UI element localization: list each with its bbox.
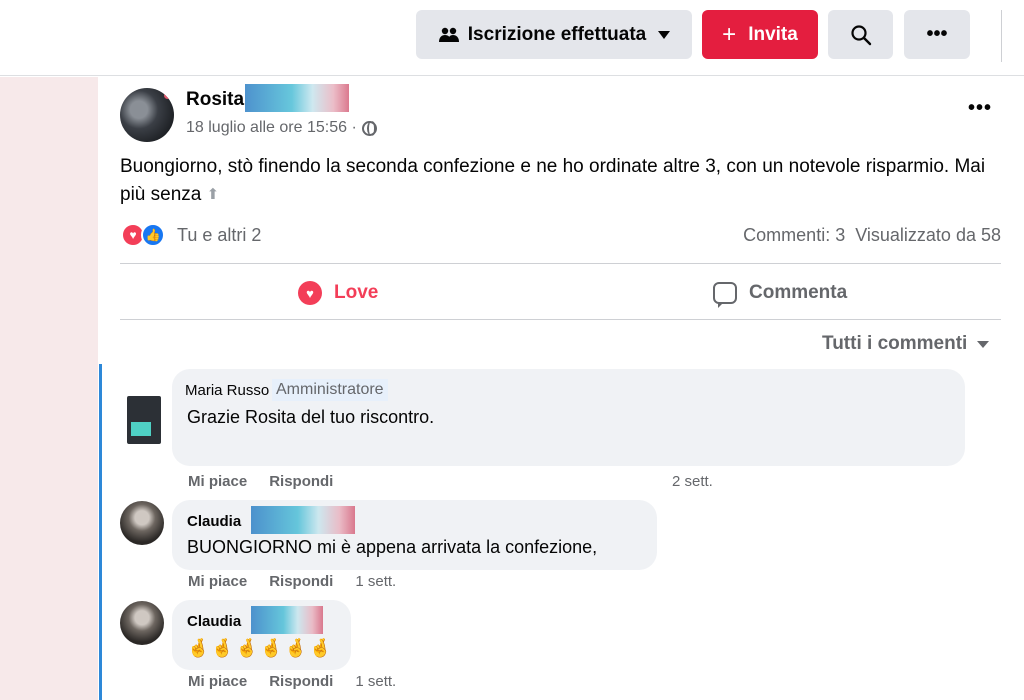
love-label: Love (334, 282, 379, 303)
comment-bubble (172, 500, 657, 570)
post-author[interactable]: Rosita (186, 89, 244, 111)
comment-icon (713, 282, 737, 308)
post-body: Buongiorno, stò finendo la seconda confe… (120, 153, 1000, 209)
invite-label: Invita (748, 23, 798, 45)
comment-actions: Mi piace Rispondi 1 sett. (188, 673, 396, 690)
comment-author[interactable]: Claudia (187, 613, 241, 630)
people-icon (438, 27, 459, 42)
reply-button[interactable]: Rispondi (269, 673, 333, 690)
search-button[interactable] (828, 10, 893, 59)
comment-emoji: 🤞🤞🤞🤞🤞🤞 (187, 638, 334, 658)
chevron-down-icon (658, 30, 671, 39)
post-counts: Commenti: 3 Visualizzato da 58 (743, 225, 1001, 246)
comment-author[interactable]: Maria Russo (185, 382, 269, 399)
like-comment-button[interactable]: Mi piace (188, 673, 247, 690)
redacted-name (251, 506, 355, 534)
comment-button[interactable]: Commenta (713, 275, 847, 311)
comment-actions: Mi piace Rispondi 1 sett. (188, 573, 396, 590)
reactions-text: Tu e altri 2 (177, 224, 262, 245)
more-icon: ••• (926, 23, 948, 45)
left-background (0, 77, 98, 700)
views-count: Visualizzato da 58 (855, 225, 1001, 245)
comment-time-wrap: 2 sett. (672, 473, 713, 490)
redacted-name (251, 606, 323, 634)
top-arrow-icon: ⬆ (206, 186, 220, 203)
joined-button[interactable]: Iscrizione effettuata (416, 10, 692, 59)
comment-actions: Mi piace Rispondi (188, 473, 333, 490)
avatar[interactable] (120, 501, 164, 545)
like-reaction-icon: 👍 (141, 223, 165, 247)
reactions-summary[interactable]: ♥ 👍 Tu e altri 2 (121, 223, 261, 247)
comment-author[interactable]: Claudia (187, 513, 241, 530)
chevron-down-icon (977, 340, 990, 348)
comments-count[interactable]: Commenti: 3 (743, 225, 845, 246)
comment-text: Grazie Rosita del tuo riscontro. (187, 407, 435, 427)
sort-label: Tutti i commenti (822, 333, 968, 354)
reply-button[interactable]: Rispondi (269, 473, 333, 490)
avatar[interactable] (120, 88, 174, 142)
plus-icon: + (722, 20, 737, 48)
like-comment-button[interactable]: Mi piace (188, 573, 247, 590)
comment-label: Commenta (749, 282, 848, 303)
post-meta: 18 luglio alle ore 15:56 · (186, 119, 377, 137)
invite-button[interactable]: + Invita (702, 10, 818, 59)
group-header-bar: Iscrizione effettuata + Invita ••• (0, 0, 1024, 76)
divider (120, 319, 1001, 320)
comments-thread-line (99, 364, 102, 700)
globe-icon (361, 120, 377, 136)
love-button[interactable]: ♥ Love (298, 275, 378, 311)
comments-sort-dropdown[interactable]: Tutti i commenti (822, 333, 990, 355)
comment-time[interactable]: 1 sett. (355, 573, 396, 590)
divider (120, 263, 1001, 264)
comment-text: BUONGIORNO mi è appena arrivata la confe… (187, 537, 598, 557)
post-card: Rosita 18 luglio alle ore 15:56 · ••• Bu… (99, 77, 1024, 700)
avatar[interactable] (120, 601, 164, 645)
like-comment-button[interactable]: Mi piace (188, 473, 247, 490)
post-timestamp[interactable]: 18 luglio alle ore 15:56 · (186, 119, 357, 137)
more-options-button[interactable]: ••• (904, 10, 970, 59)
joined-label: Iscrizione effettuata (467, 23, 647, 45)
comment-time[interactable]: 2 sett. (672, 473, 713, 490)
post-text: Buongiorno, stò finendo la seconda confe… (120, 156, 986, 206)
reply-button[interactable]: Rispondi (269, 573, 333, 590)
admin-badge: Amministratore (272, 379, 388, 401)
divider (1001, 10, 1002, 62)
post-options-button[interactable]: ••• (968, 97, 992, 120)
avatar[interactable] (127, 396, 161, 444)
comment-time[interactable]: 1 sett. (355, 673, 396, 690)
search-icon (850, 24, 871, 45)
heart-icon: ♥ (298, 281, 322, 305)
redacted-name (245, 84, 349, 112)
